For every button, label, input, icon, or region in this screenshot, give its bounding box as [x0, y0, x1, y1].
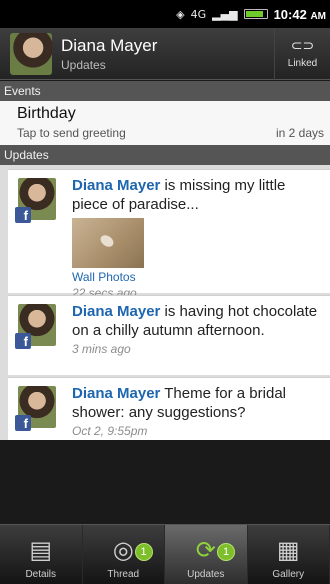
- events-section-header: Events: [0, 81, 330, 101]
- author-name[interactable]: Diana Mayer: [72, 385, 160, 402]
- tab-updates[interactable]: ⟳ 1 Updates: [165, 525, 248, 584]
- event-when: in 2 days: [275, 126, 324, 140]
- update-time: Oct 2, 9:55pm: [72, 424, 148, 438]
- facebook-icon: f: [15, 333, 31, 349]
- wall-photo-thumbnail[interactable]: [72, 218, 144, 268]
- details-card-icon: ▤: [29, 536, 53, 564]
- event-action: Tap to send greeting: [17, 126, 126, 140]
- updates-badge: 1: [217, 543, 235, 561]
- update-text: Diana Mayer Theme for a bridal shower: a…: [72, 385, 286, 421]
- linked-button[interactable]: ⊂⊃ Linked: [274, 27, 330, 80]
- vibrate-icon: ◈: [176, 7, 185, 21]
- link-icon: ⊂⊃: [290, 38, 315, 54]
- updates-list[interactable]: f Diana Mayer is missing my little piece…: [0, 165, 330, 440]
- tab-label: Gallery: [272, 569, 305, 580]
- tab-thread[interactable]: ◎ 1 Thread: [83, 525, 165, 584]
- contact-name: Diana Mayer: [61, 35, 158, 55]
- event-row-birthday[interactable]: Birthday Tap to send greeting in 2 days: [0, 101, 330, 145]
- update-item[interactable]: f Diana Mayer is having hot chocolate on…: [8, 295, 330, 375]
- status-bar: ◈ 4G ▂▄▆ 10:42 AM: [0, 0, 330, 28]
- header-subtitle: Updates: [61, 57, 106, 72]
- linked-label: Linked: [287, 58, 318, 69]
- tab-gallery[interactable]: ▦ Gallery: [248, 525, 330, 584]
- facebook-icon: f: [15, 415, 31, 431]
- update-item[interactable]: f Diana Mayer is missing my little piece…: [8, 169, 330, 300]
- thread-badge: 1: [134, 543, 153, 561]
- tab-label: Updates: [187, 569, 225, 580]
- updates-section-header: Updates: [0, 145, 330, 165]
- event-title: Birthday: [17, 105, 76, 122]
- signal-icon: ▂▄▆: [212, 7, 238, 21]
- header-titles: Diana Mayer Updates: [61, 36, 274, 72]
- album-link[interactable]: Wall Photos: [72, 270, 322, 284]
- update-text: Diana Mayer is missing my little piece o…: [72, 177, 286, 213]
- clock: 10:42 AM: [273, 6, 326, 22]
- author-name[interactable]: Diana Mayer: [72, 303, 160, 320]
- gallery-icon: ▦: [276, 536, 300, 564]
- bottom-tab-bar: ▤ Details ◎ 1 Thread ⟳ 1 Updates ▦ Galle…: [0, 524, 330, 584]
- facebook-icon: f: [15, 207, 31, 223]
- battery-icon: [243, 9, 268, 19]
- author-name[interactable]: Diana Mayer: [72, 177, 160, 194]
- network-type-icon: 4G: [190, 7, 207, 21]
- update-item[interactable]: f Diana Mayer Theme for a bridal shower:…: [8, 377, 330, 440]
- update-time: 3 mins ago: [72, 342, 131, 356]
- tab-label: Details: [25, 569, 57, 580]
- contact-header: Diana Mayer Updates ⊂⊃ Linked: [0, 27, 330, 80]
- contact-avatar[interactable]: [10, 32, 52, 75]
- tab-label: Thread: [107, 569, 140, 580]
- tab-details[interactable]: ▤ Details: [0, 525, 83, 584]
- update-text: Diana Mayer is having hot chocolate on a…: [72, 303, 318, 339]
